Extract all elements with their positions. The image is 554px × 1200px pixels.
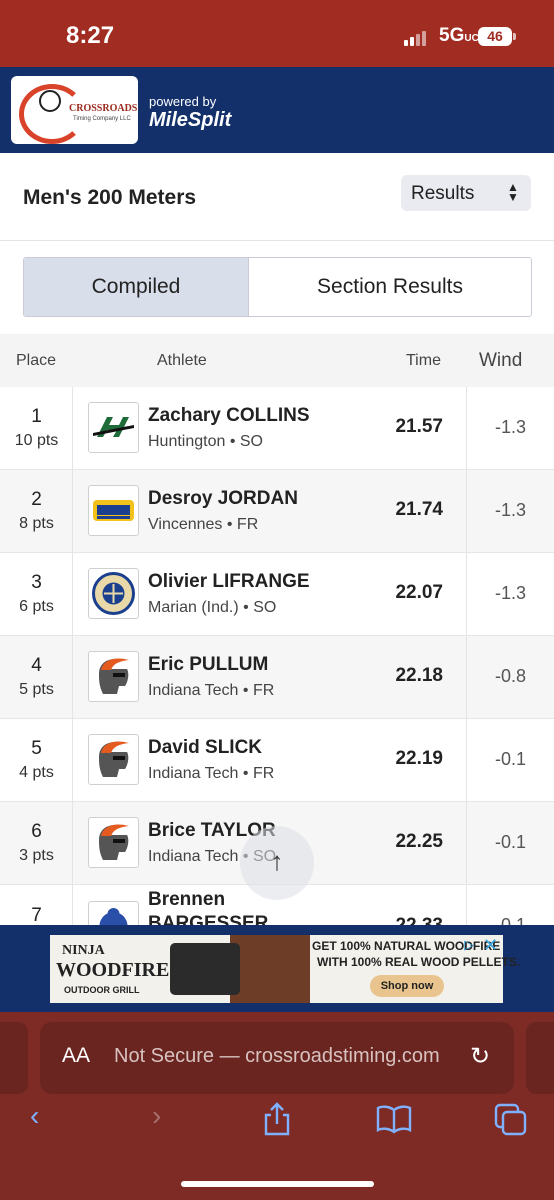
table-row[interactable]: 3 6 pts Olivier LIFRANGE Marian (Ind.) •…: [0, 553, 554, 636]
result-time: 22.19: [395, 748, 443, 769]
trailblazers-logo: [88, 485, 139, 536]
wind: -1.3: [494, 500, 527, 520]
points: 5 pts: [19, 681, 54, 698]
forward-icon[interactable]: ›: [152, 1100, 161, 1132]
table-row[interactable]: 1 10 pts Zachary COLLINS Huntington • SO…: [0, 387, 554, 470]
warrior-helmet-logo: [88, 734, 139, 785]
result-time: 22.18: [395, 665, 443, 686]
huntington-logo: [88, 402, 139, 453]
athlete-name[interactable]: Eric PULLUM: [148, 654, 268, 676]
ninja-woodfire-ad[interactable]: NINJA WOODFIRE OUTDOOR GRILL GET 100% NA…: [50, 935, 520, 1003]
results-select-label: Results: [411, 183, 475, 204]
points: 4 pts: [19, 764, 54, 781]
wind: -0.8: [494, 666, 527, 686]
athlete-name[interactable]: Brennen BARGESSER: [148, 888, 268, 925]
table-row[interactable]: 5 4 pts David SLICK Indiana Tech • FR 22…: [0, 719, 554, 802]
athlete-school: Vincennes • FR: [148, 516, 259, 533]
result-time: 22.25: [395, 831, 443, 852]
milesplit-logo[interactable]: MileSplit: [149, 109, 231, 132]
status-bar: 8:27 5GUC 46: [0, 0, 554, 67]
place: 5: [31, 738, 42, 759]
blue-mascot-logo: [88, 901, 139, 925]
stopwatch-icon: [39, 90, 61, 112]
reload-icon[interactable]: ↻: [470, 1042, 490, 1071]
points: 3 pts: [19, 847, 54, 864]
address-bar[interactable]: AA Not Secure — crossroadstiming.com ↻: [40, 1022, 514, 1094]
athlete-school: Marian (Ind.) • SO: [148, 599, 277, 616]
result-time: 21.57: [395, 416, 443, 437]
url-text: Not Secure — crossroadstiming.com: [114, 1045, 440, 1067]
warrior-helmet-logo: [88, 651, 139, 702]
athlete-name[interactable]: Zachary COLLINS: [148, 405, 310, 427]
back-icon[interactable]: ‹: [30, 1100, 39, 1132]
header-wind: Wind: [479, 350, 523, 371]
header-place: Place: [16, 352, 57, 369]
athlete-school: Huntington • SO: [148, 433, 263, 450]
home-indicator: [181, 1181, 374, 1187]
header-athlete: Athlete: [157, 352, 207, 369]
text-size-button[interactable]: AA: [62, 1044, 90, 1068]
results-table-header: Place Athlete Time Wind: [0, 334, 554, 387]
tab-section-results[interactable]: Section Results: [249, 258, 531, 316]
place: 6: [31, 821, 42, 842]
event-header: Men's 200 Meters Results ▲ ▼: [0, 158, 554, 241]
wind: -1.3: [494, 583, 527, 603]
points: 10 pts: [14, 432, 59, 449]
results-select[interactable]: Results ▲ ▼: [401, 175, 531, 211]
network-type: 5GUC: [439, 25, 479, 46]
arrow-up-icon: ↑: [270, 846, 284, 876]
warrior-helmet-logo: [88, 817, 139, 868]
place: 3: [31, 572, 42, 593]
result-time: 21.74: [395, 499, 443, 520]
table-row[interactable]: 2 8 pts Desroy JORDAN Vincennes • FR 21.…: [0, 470, 554, 553]
athlete-name[interactable]: Olivier LIFRANGE: [148, 571, 310, 593]
header-time: Time: [406, 352, 441, 369]
tabs-icon[interactable]: [494, 1103, 528, 1144]
page-title: Men's 200 Meters: [23, 186, 197, 209]
updown-chevron-icon: ▲ ▼: [507, 180, 519, 204]
ad-banner: NINJA WOODFIRE OUTDOOR GRILL GET 100% NA…: [0, 925, 554, 1012]
place: 7: [31, 905, 42, 925]
athlete-name[interactable]: David SLICK: [148, 737, 262, 759]
points: 6 pts: [19, 598, 54, 615]
place: 2: [31, 489, 42, 510]
points: 8 pts: [19, 515, 54, 532]
wind: -0.1: [494, 915, 527, 925]
site-header: CROSSROADS Timing Company LLC powered by…: [0, 67, 554, 153]
crossroads-logo[interactable]: CROSSROADS Timing Company LLC: [11, 76, 138, 144]
share-icon[interactable]: [262, 1102, 292, 1143]
battery-icon: 46: [478, 27, 512, 46]
grill-image: [170, 943, 240, 995]
bookmarks-icon[interactable]: [376, 1104, 412, 1141]
result-time: 22.33: [360, 915, 443, 925]
shop-now-button[interactable]: Shop now: [370, 975, 444, 997]
table-row[interactable]: 4 5 pts Eric PULLUM Indiana Tech • FR 22…: [0, 636, 554, 719]
athlete-school: Indiana Tech • FR: [148, 682, 275, 699]
scroll-top-button[interactable]: ↑: [240, 826, 314, 900]
wind: -0.1: [494, 749, 527, 769]
results-tabs: Compiled Section Results: [23, 257, 532, 317]
powered-by-label: powered by: [149, 94, 217, 109]
wind: -0.1: [494, 832, 527, 852]
previous-tab-peek[interactable]: [0, 1022, 28, 1094]
wind: -1.3: [494, 417, 527, 437]
marian-seal-logo: [88, 568, 139, 619]
athlete-school: Indiana Tech • FR: [148, 765, 275, 782]
clock: 8:27: [66, 22, 115, 49]
athlete-name[interactable]: Desroy JORDAN: [148, 488, 298, 510]
ad-info-icon[interactable]: ▷: [464, 937, 474, 953]
tab-compiled[interactable]: Compiled: [24, 258, 249, 316]
next-tab-peek[interactable]: [526, 1022, 554, 1094]
close-icon[interactable]: ✕: [483, 935, 498, 956]
place: 4: [31, 655, 42, 676]
food-image: [230, 935, 310, 1003]
place: 1: [31, 406, 42, 427]
result-time: 22.07: [395, 582, 443, 603]
